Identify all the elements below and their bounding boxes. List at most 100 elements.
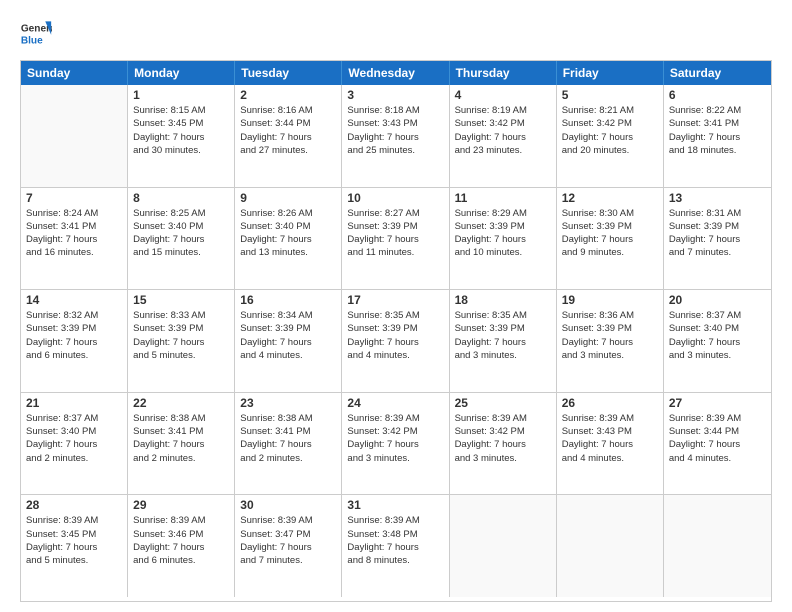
day-number: 25 (455, 396, 551, 410)
day-number: 23 (240, 396, 336, 410)
day-number: 27 (669, 396, 766, 410)
day-info: Sunrise: 8:22 AM Sunset: 3:41 PM Dayligh… (669, 104, 766, 157)
calendar-cell (557, 495, 664, 597)
calendar-header-cell: Saturday (664, 61, 771, 85)
calendar-cell: 19Sunrise: 8:36 AM Sunset: 3:39 PM Dayli… (557, 290, 664, 392)
day-info: Sunrise: 8:39 AM Sunset: 3:43 PM Dayligh… (562, 412, 658, 465)
calendar-cell: 20 Sunrise: 8:37 AM Sunset: 3:40 PM Dayli… (664, 290, 771, 392)
day-number: 8 (133, 191, 229, 205)
day-info: Sunrise: 8:26 AM Sunset: 3:40 PM Dayligh… (240, 207, 336, 260)
calendar-cell: 21Sunrise: 8:37 AM Sunset: 3:40 PM Dayli… (21, 393, 128, 495)
calendar-cell: 30 Sunrise: 8:39 AM Sunset: 3:47 PM Dayli… (235, 495, 342, 597)
calendar-cell: 10 Sunrise: 8:27 AM Sunset: 3:39 PM Dayli… (342, 188, 449, 290)
day-info: Sunrise: 8:38 AM Sunset: 3:41 PM Dayligh… (133, 412, 229, 465)
calendar-cell: 15 Sunrise: 8:33 AM Sunset: 3:39 PM Dayli… (128, 290, 235, 392)
day-number: 28 (26, 498, 122, 512)
day-number: 22 (133, 396, 229, 410)
calendar-cell (21, 85, 128, 187)
calendar-cell: 11 Sunrise: 8:29 AM Sunset: 3:39 PM Dayli… (450, 188, 557, 290)
calendar-cell: 26 Sunrise: 8:39 AM Sunset: 3:43 PM Dayli… (557, 393, 664, 495)
day-number: 2 (240, 88, 336, 102)
calendar-cell: 22 Sunrise: 8:38 AM Sunset: 3:41 PM Dayli… (128, 393, 235, 495)
day-info: Sunrise: 8:31 AM Sunset: 3:39 PM Dayligh… (669, 207, 766, 260)
day-info: Sunrise: 8:38 AM Sunset: 3:41 PM Dayligh… (240, 412, 336, 465)
day-info: Sunrise: 8:39 AM Sunset: 3:47 PM Dayligh… (240, 514, 336, 567)
header: GeneralBlue (20, 18, 772, 50)
day-number: 18 (455, 293, 551, 307)
calendar-week-row: 1 Sunrise: 8:15 AM Sunset: 3:45 PM Daylig… (21, 85, 771, 188)
day-number: 9 (240, 191, 336, 205)
day-info: Sunrise: 8:16 AM Sunset: 3:44 PM Dayligh… (240, 104, 336, 157)
calendar-cell: 5 Sunrise: 8:21 AM Sunset: 3:42 PM Daylig… (557, 85, 664, 187)
day-number: 13 (669, 191, 766, 205)
day-number: 1 (133, 88, 229, 102)
calendar-cell: 18Sunrise: 8:35 AM Sunset: 3:39 PM Dayli… (450, 290, 557, 392)
day-info: Sunrise: 8:27 AM Sunset: 3:39 PM Dayligh… (347, 207, 443, 260)
calendar-cell: 8 Sunrise: 8:25 AM Sunset: 3:40 PM Daylig… (128, 188, 235, 290)
day-info: Sunrise: 8:37 AM Sunset: 3:40 PM Dayligh… (669, 309, 766, 362)
svg-text:Blue: Blue (21, 35, 43, 46)
day-info: Sunrise: 8:25 AM Sunset: 3:40 PM Dayligh… (133, 207, 229, 260)
day-info: Sunrise: 8:39 AM Sunset: 3:42 PM Dayligh… (455, 412, 551, 465)
calendar-cell: 17 Sunrise: 8:35 AM Sunset: 3:39 PM Dayli… (342, 290, 449, 392)
day-info: Sunrise: 8:39 AM Sunset: 3:44 PM Dayligh… (669, 412, 766, 465)
day-number: 4 (455, 88, 551, 102)
day-number: 30 (240, 498, 336, 512)
day-number: 10 (347, 191, 443, 205)
calendar-week-row: 14 Sunrise: 8:32 AM Sunset: 3:39 PM Dayli… (21, 290, 771, 393)
calendar-header-cell: Thursday (450, 61, 557, 85)
calendar-cell: 29 Sunrise: 8:39 AM Sunset: 3:46 PM Dayli… (128, 495, 235, 597)
day-info: Sunrise: 8:15 AM Sunset: 3:45 PM Dayligh… (133, 104, 229, 157)
calendar-cell: 23 Sunrise: 8:38 AM Sunset: 3:41 PM Dayli… (235, 393, 342, 495)
day-info: Sunrise: 8:39 AM Sunset: 3:42 PM Dayligh… (347, 412, 443, 465)
day-number: 16 (240, 293, 336, 307)
calendar-cell: 9 Sunrise: 8:26 AM Sunset: 3:40 PM Daylig… (235, 188, 342, 290)
calendar-header-cell: Friday (557, 61, 664, 85)
day-number: 6 (669, 88, 766, 102)
calendar-week-row: 21Sunrise: 8:37 AM Sunset: 3:40 PM Dayli… (21, 393, 771, 496)
calendar-cell: 3 Sunrise: 8:18 AM Sunset: 3:43 PM Daylig… (342, 85, 449, 187)
calendar-cell: 1 Sunrise: 8:15 AM Sunset: 3:45 PM Daylig… (128, 85, 235, 187)
day-number: 15 (133, 293, 229, 307)
calendar-cell: 25 Sunrise: 8:39 AM Sunset: 3:42 PM Dayli… (450, 393, 557, 495)
day-info: Sunrise: 8:39 AM Sunset: 3:45 PM Dayligh… (26, 514, 122, 567)
day-number: 11 (455, 191, 551, 205)
day-number: 20 (669, 293, 766, 307)
day-info: Sunrise: 8:35 AM Sunset: 3:39 PM Dayligh… (347, 309, 443, 362)
calendar-cell: 2 Sunrise: 8:16 AM Sunset: 3:44 PM Daylig… (235, 85, 342, 187)
day-number: 7 (26, 191, 122, 205)
calendar-cell: 28 Sunrise: 8:39 AM Sunset: 3:45 PM Dayli… (21, 495, 128, 597)
day-info: Sunrise: 8:18 AM Sunset: 3:43 PM Dayligh… (347, 104, 443, 157)
calendar-cell: 16Sunrise: 8:34 AM Sunset: 3:39 PM Dayli… (235, 290, 342, 392)
calendar-cell (450, 495, 557, 597)
day-number: 26 (562, 396, 658, 410)
calendar-header-cell: Monday (128, 61, 235, 85)
calendar-header: SundayMondayTuesdayWednesdayThursdayFrid… (21, 61, 771, 85)
day-info: Sunrise: 8:21 AM Sunset: 3:42 PM Dayligh… (562, 104, 658, 157)
calendar-cell: 27 Sunrise: 8:39 AM Sunset: 3:44 PM Dayli… (664, 393, 771, 495)
day-info: Sunrise: 8:24 AM Sunset: 3:41 PM Dayligh… (26, 207, 122, 260)
day-number: 29 (133, 498, 229, 512)
day-number: 21 (26, 396, 122, 410)
day-number: 24 (347, 396, 443, 410)
day-number: 12 (562, 191, 658, 205)
calendar-header-cell: Tuesday (235, 61, 342, 85)
day-number: 17 (347, 293, 443, 307)
day-number: 3 (347, 88, 443, 102)
day-info: Sunrise: 8:30 AM Sunset: 3:39 PM Dayligh… (562, 207, 658, 260)
calendar: SundayMondayTuesdayWednesdayThursdayFrid… (20, 60, 772, 602)
day-info: Sunrise: 8:33 AM Sunset: 3:39 PM Dayligh… (133, 309, 229, 362)
calendar-cell: 4 Sunrise: 8:19 AM Sunset: 3:42 PM Daylig… (450, 85, 557, 187)
logo: GeneralBlue (20, 18, 52, 50)
calendar-week-row: 28 Sunrise: 8:39 AM Sunset: 3:45 PM Dayli… (21, 495, 771, 597)
calendar-cell (664, 495, 771, 597)
day-info: Sunrise: 8:29 AM Sunset: 3:39 PM Dayligh… (455, 207, 551, 260)
day-number: 14 (26, 293, 122, 307)
calendar-cell: 24 Sunrise: 8:39 AM Sunset: 3:42 PM Dayli… (342, 393, 449, 495)
day-number: 5 (562, 88, 658, 102)
calendar-cell: 12 Sunrise: 8:30 AM Sunset: 3:39 PM Dayli… (557, 188, 664, 290)
day-info: Sunrise: 8:39 AM Sunset: 3:46 PM Dayligh… (133, 514, 229, 567)
calendar-cell: 31Sunrise: 8:39 AM Sunset: 3:48 PM Dayli… (342, 495, 449, 597)
day-info: Sunrise: 8:19 AM Sunset: 3:42 PM Dayligh… (455, 104, 551, 157)
day-info: Sunrise: 8:32 AM Sunset: 3:39 PM Dayligh… (26, 309, 122, 362)
